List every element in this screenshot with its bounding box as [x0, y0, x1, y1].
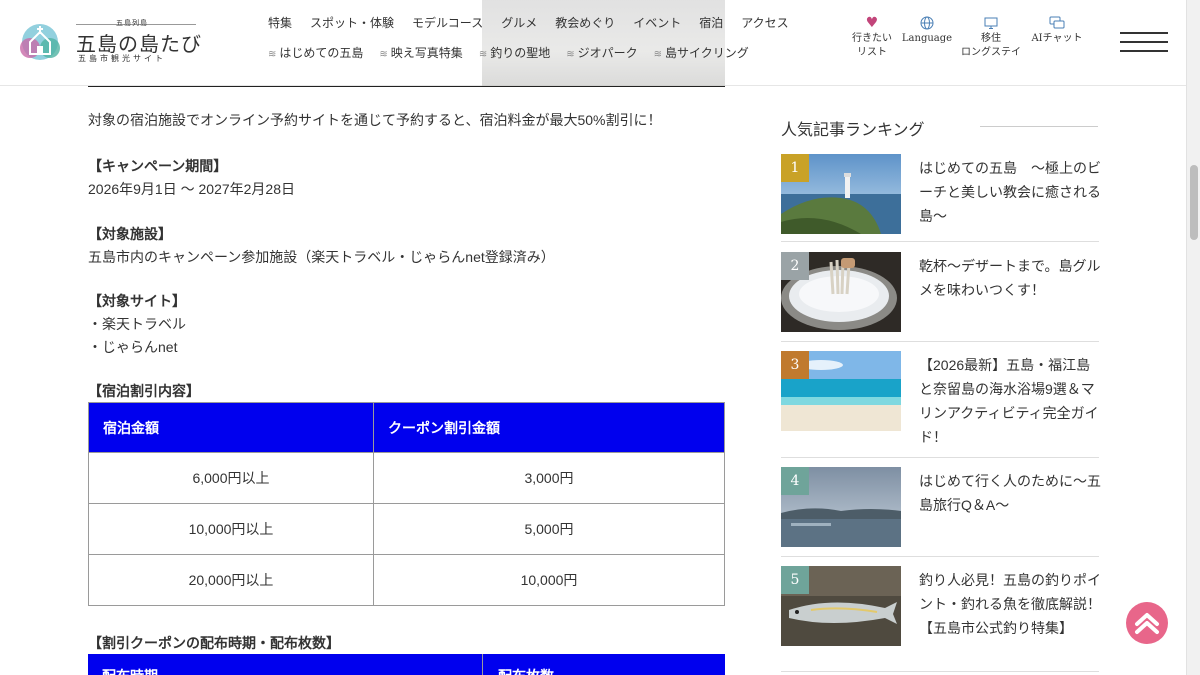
logo-tagline: 五島市観光サイト	[78, 54, 166, 63]
page-scrollbar[interactable]	[1186, 0, 1200, 675]
site-header: 五島列島 五島の島たび 五島市観光サイト 特集 スポット・体験 モデルコース グ…	[0, 0, 1186, 86]
hero-image-edge	[482, 0, 725, 86]
ranking-item-2[interactable]: 2 乾杯〜デザートまで。島グルメを味わいつくす！	[781, 252, 1101, 342]
monitor-icon	[958, 14, 1024, 32]
ranking-item-title[interactable]: はじめて行く人のために〜五島旅行Q＆A〜	[919, 469, 1101, 517]
table-header-coupon-amount: クーポン割引金額	[373, 402, 725, 453]
site-jalan: ・じゃらんnet	[88, 339, 178, 355]
ranking-item-title[interactable]: はじめての五島 〜極上のビーチと美しい教会に癒される島〜	[919, 156, 1101, 228]
table-row: 10,000円以上 5,000円	[88, 503, 725, 555]
table-row: 6,000円以上 3,000円	[88, 452, 725, 504]
ranking-title: 人気記事ランキング	[781, 120, 925, 139]
longstay-button[interactable]: 移住 ロングステイ	[958, 14, 1024, 60]
ranking-item-4[interactable]: 4 はじめて行く人のために〜五島旅行Q＆A〜	[781, 467, 1101, 557]
table-cell: 20,000円以上	[88, 554, 374, 606]
language-button[interactable]: Language	[900, 14, 954, 46]
primary-nav: 特集 スポット・体験 モデルコース グルメ 教会めぐり イベント 宿泊 アクセス	[268, 14, 789, 31]
feature-nav-photo[interactable]: ≋ 映え写真特集	[379, 44, 462, 61]
coupon-heading: 【割引クーポンの配布時期・配布枚数】	[88, 635, 340, 651]
table-cell: 5,000円	[373, 503, 725, 555]
wishlist-button[interactable]: ♥ 行きたい リスト	[850, 14, 894, 60]
nav-item-feature[interactable]: 特集	[268, 14, 292, 31]
rank-badge-1: 1	[781, 154, 809, 182]
table-cell: 10,000円	[373, 554, 725, 606]
ranking-item-title[interactable]: 【2026最新】五島・福江島と奈留島の海水浴場9選＆マリンアクティビティ完全ガイ…	[919, 353, 1101, 449]
period-value: 2026年9月1日 〜 2027年2月28日	[88, 181, 295, 197]
nav-item-churches[interactable]: 教会めぐり	[555, 14, 615, 31]
nav-item-spots[interactable]: スポット・体験	[310, 14, 394, 31]
site-rakuten: ・楽天トラベル	[88, 316, 186, 332]
table-cell: 10,000円以上	[88, 503, 374, 555]
discount-table: 宿泊金額 クーポン割引金額 6,000円以上 3,000円 10,000円以上 …	[88, 402, 725, 606]
rank-badge-3: 3	[781, 351, 809, 379]
feature-nav: ≋ はじめての五島 ≋ 映え写真特集 ≋ 釣りの聖地 ≋ ジオパーク ≋ 島サイクリング	[268, 44, 749, 61]
facility-value: 五島市内のキャンペーン参加施設（楽天トラベル・じゃらんnet登録済み）	[88, 249, 555, 265]
scrollbar-thumb[interactable]	[1190, 165, 1198, 240]
site-logo[interactable]: 五島列島 五島の島たび 五島市観光サイト	[16, 16, 201, 68]
feature-nav-fishing[interactable]: ≋ 釣りの聖地	[479, 44, 550, 61]
coupon-table-header: 配布時期 配布枚数	[88, 654, 725, 675]
sites-heading: 【対象サイト】	[88, 293, 186, 309]
feature-nav-geopark[interactable]: ≋ ジオパーク	[566, 44, 637, 61]
table-header-period: 配布時期	[102, 666, 158, 675]
ranking-title-rule	[980, 126, 1098, 127]
hamburger-menu-icon[interactable]	[1120, 32, 1168, 54]
nav-item-model-course[interactable]: モデルコース	[412, 14, 483, 31]
nav-item-stay[interactable]: 宿泊	[699, 14, 723, 31]
wave-icon: ≋	[478, 49, 487, 60]
ranking-item-5[interactable]: 5 釣り人必見！五島の釣りポイント・釣れる魚を徹底解説！【五島市公式釣り特集】	[781, 566, 1101, 672]
wave-icon: ≋	[653, 49, 662, 60]
period-heading: 【キャンペーン期間】	[88, 158, 228, 174]
feature-nav-first-time[interactable]: ≋ はじめての五島	[268, 44, 363, 61]
ai-chat-button[interactable]: AIチャット	[1028, 14, 1086, 46]
chat-icon	[1028, 14, 1086, 32]
feature-nav-cycling[interactable]: ≋ 島サイクリング	[654, 44, 749, 61]
table-cell: 6,000円以上	[88, 452, 374, 504]
nav-item-events[interactable]: イベント	[633, 14, 681, 31]
globe-icon	[900, 14, 954, 32]
heart-icon: ♥	[865, 15, 879, 31]
ranking-item-1[interactable]: 1 はじめての五島 〜極上のビーチと美しい教会に癒される島〜	[781, 154, 1101, 242]
wave-icon: ≋	[268, 49, 276, 60]
table-row: 20,000円以上 10,000円	[88, 554, 725, 606]
nav-item-access[interactable]: アクセス	[741, 14, 788, 31]
table-divider	[482, 654, 483, 675]
ranking-item-title[interactable]: 釣り人必見！五島の釣りポイント・釣れる魚を徹底解説！【五島市公式釣り特集】	[919, 568, 1101, 640]
wave-icon: ≋	[379, 49, 387, 60]
campaign-intro: 対象の宿泊施設でオンライン予約サイトを通じて予約すると、宿泊料金が最大50%割引…	[88, 112, 662, 128]
discount-heading: 【宿泊割引内容】	[88, 383, 200, 399]
back-to-top-button[interactable]	[1126, 602, 1168, 644]
rank-badge-4: 4	[781, 467, 809, 495]
table-cell: 3,000円	[373, 452, 725, 504]
logo-church-icon	[20, 24, 60, 60]
chevron-up-icon	[1135, 613, 1159, 634]
ranking-item-title[interactable]: 乾杯〜デザートまで。島グルメを味わいつくす！	[919, 254, 1101, 302]
table-header-stay-amount: 宿泊金額	[88, 402, 374, 453]
facility-heading: 【対象施設】	[88, 226, 172, 242]
wave-icon: ≋	[566, 49, 574, 60]
logo-subtitle: 五島列島	[116, 19, 148, 27]
ranking-item-3[interactable]: 3 【2026最新】五島・福江島と奈留島の海水浴場9選＆マリンアクティビティ完全…	[781, 351, 1099, 458]
table-header-count: 配布枚数	[498, 666, 554, 675]
rank-badge-2: 2	[781, 252, 809, 280]
nav-item-gourmet[interactable]: グルメ	[501, 14, 537, 31]
rank-badge-5: 5	[781, 566, 809, 594]
